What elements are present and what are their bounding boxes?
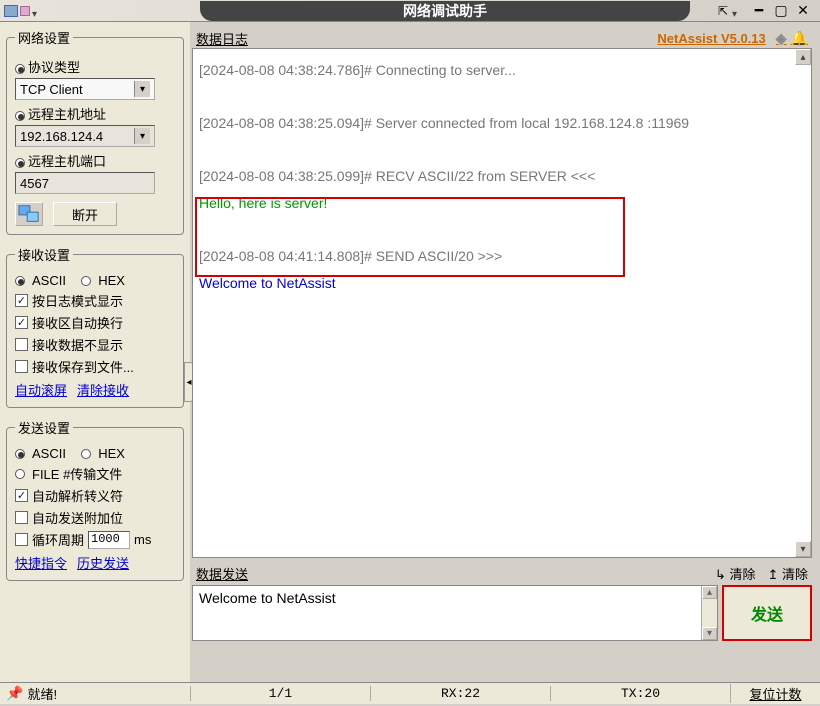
network-settings-group: 网络设置 协议类型 TCP Client▾ 远程主机地址 192.168.124… <box>6 28 184 235</box>
log-output[interactable]: ▴ ▾ [2024-08-08 04:38:24.786]# Connectin… <box>192 48 812 558</box>
scroll-down-icon[interactable]: ▾ <box>795 541 811 557</box>
chk-log-mode[interactable] <box>15 294 28 307</box>
host-radio-icon[interactable] <box>15 111 25 121</box>
recv-ascii-radio[interactable] <box>15 276 25 286</box>
lbl-cycle-send: 循环周期 <box>32 530 84 549</box>
status-page: 1/1 <box>190 686 370 701</box>
host-select[interactable]: 192.168.124.4▾ <box>15 125 155 147</box>
title-left-icons <box>0 4 200 18</box>
send-textarea[interactable]: Welcome to NetAssist ▴▾ <box>192 585 718 641</box>
pin-icon[interactable]: ⇱ <box>718 4 728 18</box>
send-ascii-radio[interactable] <box>15 449 25 459</box>
lbl-log-mode: 按日志模式显示 <box>32 291 123 310</box>
reset-counter-button[interactable]: 复位计数 <box>730 684 820 703</box>
protocol-select[interactable]: TCP Client▾ <box>15 78 155 100</box>
lbl-auto-wrap: 接收区自动换行 <box>32 313 123 332</box>
title-dropdown-right-icon[interactable] <box>732 4 746 18</box>
quick-cmd-link[interactable]: 快捷指令 <box>15 553 67 572</box>
recv-ascii-label: ASCII <box>32 273 66 288</box>
chk-save-file[interactable] <box>15 360 28 373</box>
window-title: 网络调试助手 <box>200 1 690 21</box>
disconnect-button[interactable]: 断开 <box>53 202 117 226</box>
host-label: 远程主机地址 <box>15 104 175 123</box>
port-label: 远程主机端口 <box>15 151 175 170</box>
port-radio-icon[interactable] <box>15 158 25 168</box>
statusbar: 📌就绪! 1/1 RX:22 TX:20 复位计数 <box>0 682 820 704</box>
version-label[interactable]: NetAssist V5.0.13 ◈🔔 <box>657 30 808 47</box>
scroll-up-icon[interactable]: ▴ <box>795 49 811 65</box>
network-settings-legend: 网络设置 <box>15 28 73 47</box>
send-settings-group: 发送设置 ASCII HEX FILE #传输文件 自动解析转义符 自动发送附加… <box>6 418 184 581</box>
titlebar: 网络调试助手 ⇱ ━ ▢ ✕ <box>0 0 820 22</box>
lbl-hide-recv: 接收数据不显示 <box>32 335 123 354</box>
file-transfer-radio[interactable] <box>15 469 25 479</box>
lbl-file-transfer: FILE #传输文件 <box>32 464 122 483</box>
lbl-auto-escape: 自动解析转义符 <box>32 486 123 505</box>
lbl-save-file: 接收保存到文件... <box>32 357 134 376</box>
recv-settings-legend: 接收设置 <box>15 245 73 264</box>
status-ready: 就绪! <box>27 684 57 703</box>
chk-auto-wrap[interactable] <box>15 316 28 329</box>
send-ascii-label: ASCII <box>32 446 66 461</box>
status-tx: TX:20 <box>550 686 730 701</box>
send-hex-radio[interactable] <box>81 449 91 459</box>
connection-icon[interactable] <box>15 202 43 226</box>
send-button[interactable]: 发送 <box>722 585 812 641</box>
status-rx: RX:22 <box>370 686 550 701</box>
lbl-auto-append: 自动发送附加位 <box>32 508 123 527</box>
chevron-down-icon[interactable]: ▾ <box>134 81 150 97</box>
bell-icon[interactable]: 🔔 <box>791 30 808 46</box>
clear-output-action[interactable]: ↥ 清除 <box>767 564 808 583</box>
log-title: 数据日志 <box>196 29 248 48</box>
send-title: 数据发送 <box>196 564 248 583</box>
recv-hex-label: HEX <box>98 273 125 288</box>
title-dropdown-icon[interactable] <box>32 4 46 18</box>
close-button[interactable]: ✕ <box>794 4 812 18</box>
chk-auto-escape[interactable] <box>15 489 28 502</box>
app-icon-1 <box>4 5 18 17</box>
protocol-label: 协议类型 <box>15 57 175 76</box>
recv-hex-radio[interactable] <box>81 276 91 286</box>
port-input[interactable]: 4567 <box>15 172 155 194</box>
pin-status-icon: 📌 <box>6 685 23 702</box>
chevron-down-icon[interactable]: ▾ <box>134 128 150 144</box>
chk-cycle-send[interactable] <box>15 533 28 546</box>
history-link[interactable]: 历史发送 <box>77 553 129 572</box>
sidebar: 网络设置 协议类型 TCP Client▾ 远程主机地址 192.168.124… <box>0 22 190 682</box>
clear-recv-link[interactable]: 清除接收 <box>77 380 129 399</box>
diamond-icon[interactable]: ◈ <box>776 30 787 46</box>
cycle-interval-input[interactable]: 1000 <box>88 531 130 549</box>
auto-scroll-link[interactable]: 自动滚屏 <box>15 380 67 399</box>
chk-hide-recv[interactable] <box>15 338 28 351</box>
maximize-button[interactable]: ▢ <box>772 4 790 18</box>
lbl-cycle-unit: ms <box>134 532 151 547</box>
minimize-button[interactable]: ━ <box>750 4 768 18</box>
send-scrollbar[interactable]: ▴▾ <box>701 586 717 640</box>
send-settings-legend: 发送设置 <box>15 418 73 437</box>
send-hex-label: HEX <box>98 446 125 461</box>
app-icon-2 <box>20 6 30 16</box>
chk-auto-append[interactable] <box>15 511 28 524</box>
protocol-radio-icon[interactable] <box>15 64 25 74</box>
recv-settings-group: 接收设置 ASCII HEX 按日志模式显示 接收区自动换行 接收数据不显示 接… <box>6 245 184 408</box>
main-panel: ◂ 数据日志 NetAssist V5.0.13 ◈🔔 ▴ ▾ [2024-08… <box>190 22 820 682</box>
clear-input-action[interactable]: ↳ 清除 <box>715 564 756 583</box>
